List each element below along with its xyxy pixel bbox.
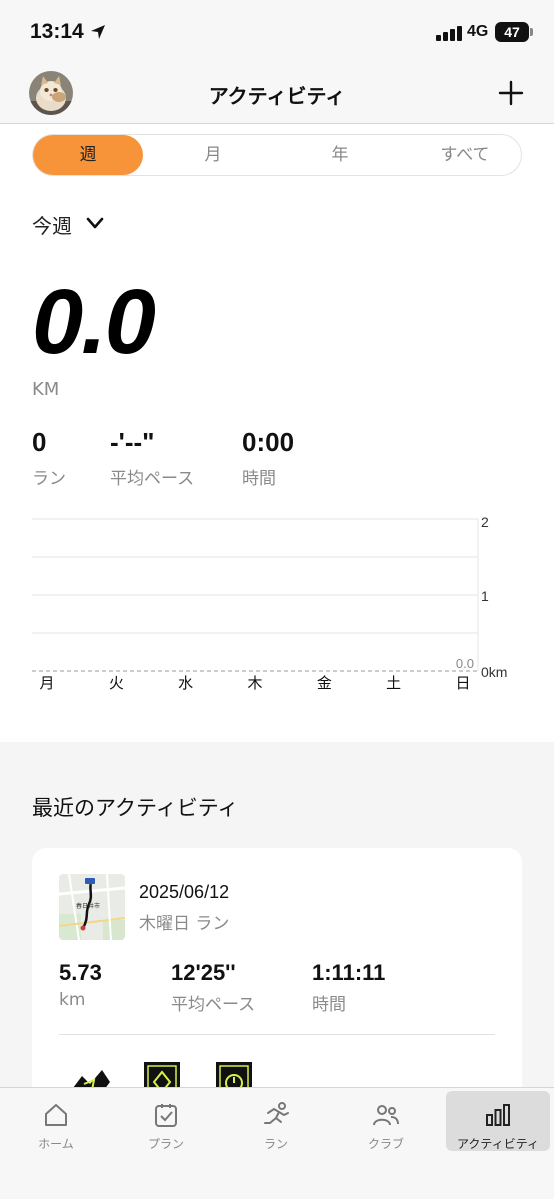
tab-club[interactable]: クラブ: [334, 1091, 438, 1151]
stat-value: 0: [32, 427, 47, 457]
run-icon: [264, 1102, 289, 1124]
stat-time: 0:00 時間: [242, 427, 294, 489]
stat-label: 時間: [242, 469, 276, 489]
battery-tip: [530, 28, 533, 36]
home-icon: [45, 1104, 67, 1126]
route-map-thumbnail: 春日井市: [59, 874, 125, 940]
tab-label: クラブ: [367, 1137, 404, 1151]
stat-value: 12'25'': [171, 960, 236, 985]
stat-value: 1:11:11: [312, 960, 386, 985]
map-label: 春日井市: [76, 902, 100, 910]
chart-average-label: 0.0: [456, 656, 474, 671]
chart-y-tick: 0km: [481, 664, 507, 680]
recent-title: 最近のアクティビティ: [32, 796, 239, 820]
tab-activity[interactable]: アクティビティ: [446, 1091, 550, 1151]
status-bar: 13:14 4G 47: [0, 0, 554, 64]
activity-type: 木曜日 ラン: [139, 914, 230, 934]
stat-label: 平均ペース: [110, 469, 195, 489]
signal-icon: [436, 25, 462, 41]
tab-home[interactable]: ホーム: [4, 1091, 108, 1151]
chart-y-tick: 1: [481, 588, 489, 604]
battery-icon: 47: [495, 22, 529, 42]
chart-x-tick: 土: [386, 674, 401, 692]
stat-label: 平均ペース: [171, 995, 256, 1015]
tab-plan[interactable]: プラン: [114, 1091, 218, 1151]
status-time: 13:14: [30, 20, 84, 43]
location-arrow-icon: [91, 25, 105, 39]
stat-value: 5.73: [59, 960, 102, 985]
tab-bar: ホーム プラン ラン クラブ アクティビティ: [0, 1087, 554, 1199]
distance-unit: KM: [32, 379, 60, 400]
activity-distance: 5.73 km: [59, 960, 102, 1010]
page-title: アクティビティ: [208, 84, 346, 108]
tab-week[interactable]: 週: [33, 135, 143, 175]
network-type: 4G: [467, 23, 489, 40]
chart-x-tick: 日: [455, 674, 470, 692]
period-tabs: 週 月 年 すべて: [32, 134, 522, 176]
club-icon: [373, 1105, 399, 1126]
activity-icon: [486, 1104, 510, 1126]
total-distance: 0.0: [32, 271, 156, 373]
plan-icon: [155, 1104, 177, 1127]
stat-runs: 0 ラン: [32, 427, 66, 489]
stat-avg-pace: -'--" 平均ペース: [110, 427, 194, 489]
plus-icon: [498, 80, 524, 106]
activity-time: 1:11:11 時間: [312, 960, 385, 1015]
nav-bar: アクティビティ: [0, 64, 554, 124]
add-button[interactable]: [498, 80, 524, 106]
chart-y-tick: 2: [481, 514, 489, 530]
tab-label: ラン: [263, 1137, 288, 1151]
stat-label: km: [59, 990, 86, 1010]
tab-label: プラン: [147, 1137, 184, 1151]
tab-run[interactable]: ラン: [224, 1091, 328, 1151]
stat-value: -'--": [110, 427, 155, 457]
stat-label: 時間: [312, 995, 346, 1015]
tab-label: ホーム: [38, 1137, 74, 1151]
tab-label: アクティビティ: [457, 1137, 539, 1151]
stat-value: 0:00: [242, 427, 295, 457]
period-select[interactable]: 今週: [32, 210, 72, 239]
chart-x-tick: 木: [247, 674, 262, 692]
tab-month[interactable]: 月: [153, 135, 273, 175]
chart-x-tick: 金: [317, 674, 332, 692]
activity-card[interactable]: 春日井市 2025/06/12 木曜日 ラン 5.73 km 12'25'' 平…: [32, 848, 522, 1108]
tab-all[interactable]: すべて: [405, 135, 525, 175]
chart-x-tick: 火: [109, 674, 124, 692]
weekly-distance-chart: 0.0 2 1 0km 月 火 水 木 金 土 日: [32, 514, 507, 692]
tab-year[interactable]: 年: [280, 135, 400, 175]
card-divider: [59, 1034, 495, 1035]
chart-x-tick: 月: [39, 674, 54, 692]
chart-x-tick: 水: [178, 674, 193, 692]
chevron-down-icon[interactable]: [86, 216, 104, 230]
stat-label: ラン: [32, 469, 66, 489]
activity-avg-pace: 12'25'' 平均ペース: [171, 960, 255, 1015]
activity-date: 2025/06/12: [139, 882, 230, 902]
